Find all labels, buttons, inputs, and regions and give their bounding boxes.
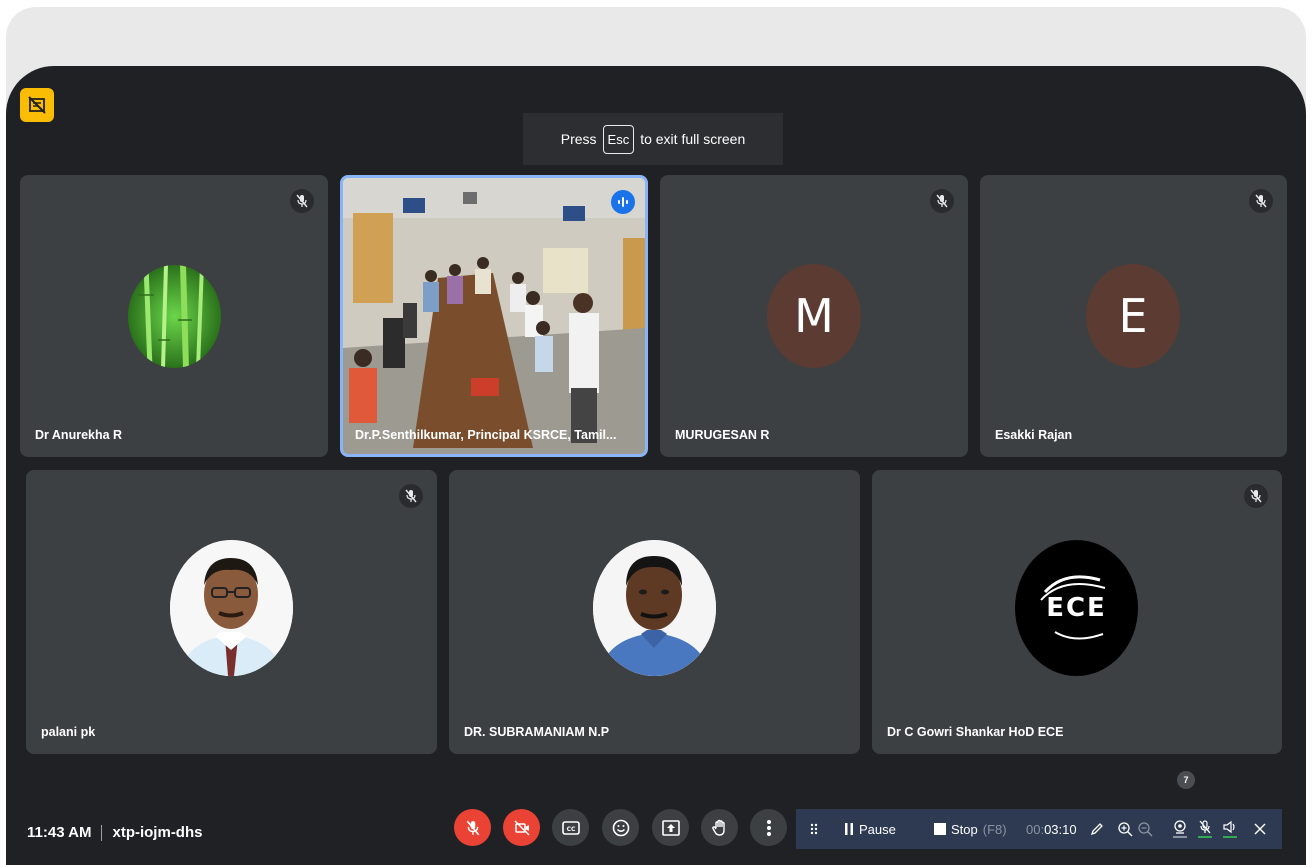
- divider: [101, 824, 103, 841]
- letter-avatar: E: [1086, 264, 1180, 368]
- stop-shortcut: (F8): [982, 821, 1007, 837]
- raise-hand-button[interactable]: [701, 809, 738, 846]
- pause-label: Pause: [859, 821, 896, 837]
- speaking-indicator-icon: [611, 190, 635, 214]
- meet-window: Press Esc to exit full screen Dr Anurekh…: [6, 66, 1306, 865]
- mic-off-icon: [1244, 484, 1268, 508]
- bottom-toolbar: 11:43 AM xtp-iojm-dhs CC 7 Pause Stop (F…: [6, 771, 1306, 865]
- recording-timer: 00: 03:10: [1026, 822, 1077, 837]
- system-audio-icon[interactable]: [1222, 820, 1238, 838]
- participant-tile[interactable]: E Esakki Rajan: [980, 175, 1287, 457]
- participant-tile[interactable]: DR. SUBRAMANIAM N.P: [449, 470, 860, 754]
- mic-off-icon: [466, 820, 479, 835]
- meeting-info: 11:43 AM xtp-iojm-dhs: [27, 824, 202, 841]
- webcam-toggle-icon[interactable]: [1172, 820, 1188, 838]
- participant-tile[interactable]: Dr Anurekha R: [20, 175, 328, 457]
- bamboo-avatar: [128, 265, 221, 368]
- participant-name: Dr.P.Senthilkumar, Principal KSRCE, Tami…: [355, 428, 617, 442]
- more-vert-icon: [766, 819, 771, 836]
- mic-off-icon: [399, 484, 423, 508]
- stop-recording-button[interactable]: Stop (F8): [934, 822, 1007, 837]
- annotate-pen-icon[interactable]: [1090, 822, 1104, 836]
- hint-press-text: Press: [560, 131, 597, 147]
- ece-logo-avatar: ECE: [1015, 540, 1138, 676]
- pause-icon: [845, 823, 853, 835]
- participant-tile[interactable]: M MURUGESAN R: [660, 175, 968, 457]
- portrait-avatar: [593, 540, 716, 676]
- close-recorder-icon[interactable]: [1254, 823, 1266, 835]
- hand-icon: [711, 819, 725, 836]
- drag-handle-icon[interactable]: [810, 823, 818, 835]
- avatar-letter: M: [794, 289, 834, 343]
- letter-avatar: M: [767, 264, 861, 368]
- pause-recording-button[interactable]: Pause: [844, 822, 896, 837]
- participant-name: Dr C Gowri Shankar HoD ECE: [887, 725, 1064, 739]
- participant-name: Dr Anurekha R: [35, 428, 123, 442]
- participant-tile[interactable]: palani pk: [26, 470, 437, 754]
- closed-captions-icon: CC: [561, 820, 580, 835]
- participant-tile[interactable]: ECE Dr C Gowri Shankar HoD ECE: [872, 470, 1282, 754]
- participant-name: palani pk: [41, 725, 96, 739]
- screen-recorder-toolbar: Pause Stop (F8) 00: 03:10: [796, 809, 1282, 849]
- participant-name: DR. SUBRAMANIAM N.P: [464, 725, 610, 739]
- mic-toggle-button[interactable]: [454, 809, 491, 846]
- camera-toggle-button[interactable]: [503, 809, 540, 846]
- participant-tile-active-speaker[interactable]: Dr.P.Senthilkumar, Principal KSRCE, Tami…: [340, 175, 648, 457]
- present-screen-button[interactable]: [652, 809, 689, 846]
- captions-button[interactable]: CC: [552, 809, 589, 846]
- fullscreen-exit-hint: Press Esc to exit full screen: [523, 113, 783, 165]
- emoji-icon: [612, 819, 629, 836]
- esc-key-label: Esc: [602, 124, 635, 154]
- mic-off-icon: [290, 189, 314, 213]
- portrait-avatar: [170, 540, 293, 676]
- zoom-out-icon[interactable]: [1138, 821, 1153, 837]
- notification-count-badge: 7: [1177, 771, 1195, 789]
- present-icon: [661, 819, 680, 836]
- zoom-in-icon[interactable]: [1118, 821, 1133, 837]
- participant-name: Esakki Rajan: [995, 428, 1073, 442]
- mic-off-icon: [930, 189, 954, 213]
- timer-value: 03:10: [1044, 821, 1077, 837]
- meeting-room-video: [343, 178, 645, 454]
- camera-off-icon: [513, 819, 530, 836]
- svg-text:CC: CC: [566, 826, 575, 833]
- stop-label: Stop: [951, 821, 978, 837]
- meeting-code: xtp-iojm-dhs: [112, 824, 203, 841]
- mic-off-icon: [1249, 189, 1273, 213]
- hint-rest-text: to exit full screen: [640, 131, 746, 147]
- timer-prefix: 00:: [1026, 821, 1045, 837]
- avatar-letter: E: [1118, 289, 1148, 343]
- participant-name: MURUGESAN R: [675, 428, 770, 442]
- recorder-mic-icon[interactable]: [1198, 820, 1212, 838]
- screen: Press Esc to exit full screen Dr Anurekh…: [0, 0, 1313, 865]
- stop-icon: [934, 823, 946, 835]
- camera-off-indicator-icon[interactable]: [20, 88, 54, 122]
- more-options-button[interactable]: [750, 809, 787, 846]
- reactions-button[interactable]: [602, 809, 639, 846]
- ece-logo-text: ECE: [1046, 593, 1107, 623]
- current-time: 11:43 AM: [27, 824, 92, 841]
